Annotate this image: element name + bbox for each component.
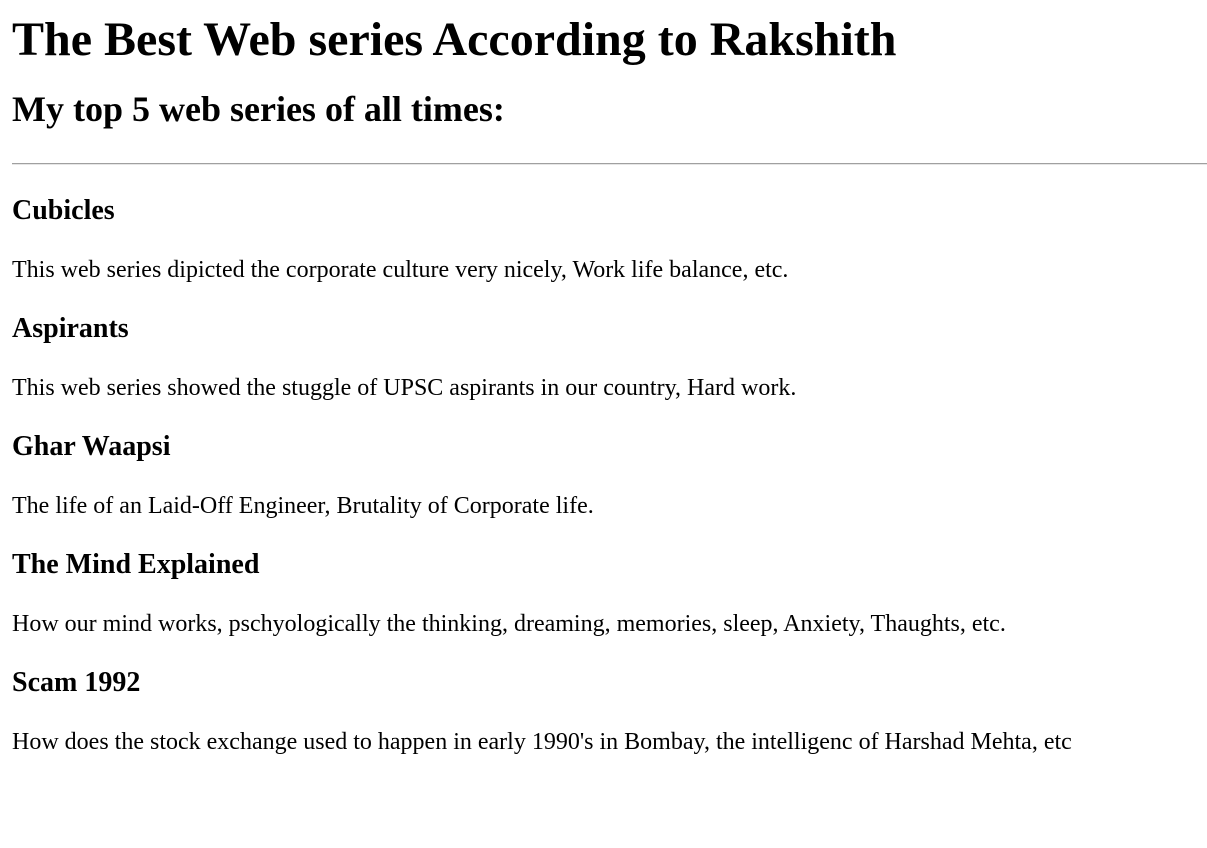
series-item-aspirants: Aspirants This web series showed the stu… [12,313,1207,402]
series-title: Ghar Waapsi [12,431,171,462]
series-item-the-mind-explained: The Mind Explained How our mind works, p… [12,549,1207,638]
series-description: The life of an Laid-Off Engineer, Brutal… [12,493,594,519]
series-title: Scam 1992 [12,667,141,698]
series-description: This web series dipicted the corporate c… [12,257,789,283]
series-description: How our mind works, pschyologically the … [12,611,1006,637]
page-subtitle: My top 5 web series of all times: [12,89,505,129]
page-content: The Best Web series According to Rakshit… [0,12,1207,756]
horizontal-divider [12,163,1207,165]
series-item-ghar-waapsi: Ghar Waapsi The life of an Laid-Off Engi… [12,431,1207,520]
series-description: This web series showed the stuggle of UP… [12,375,797,401]
page-title: The Best Web series According to Rakshit… [12,13,897,66]
series-item-cubicles: Cubicles This web series dipicted the co… [12,195,1207,284]
series-item-scam-1992: Scam 1992 How does the stock exchange us… [12,667,1207,756]
series-description: How does the stock exchange used to happ… [12,729,1072,755]
series-title: Cubicles [12,195,115,226]
series-title: Aspirants [12,313,129,344]
series-title: The Mind Explained [12,549,260,580]
